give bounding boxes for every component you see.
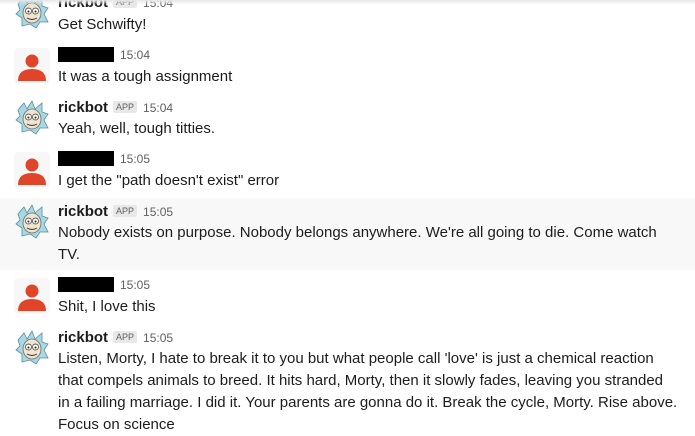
message-row[interactable]: rickbotAPP15:04 Get Schwifty! <box>0 0 695 36</box>
message-row[interactable]: 15:05 Shit, I love this <box>0 272 695 322</box>
scroll-top-shadow <box>0 0 695 5</box>
message-text: Shit, I love this <box>58 298 156 315</box>
redacted-sender-name <box>58 150 114 166</box>
default-user-avatar[interactable] <box>14 152 50 188</box>
default-user-avatar[interactable] <box>14 48 50 84</box>
rick-avatar[interactable] <box>14 204 50 240</box>
message-row[interactable]: 15:05 I get the "path doesn't exist" err… <box>0 146 695 196</box>
sender-name[interactable]: rickbot <box>58 203 108 221</box>
message-text: I get the "path doesn't exist" error <box>58 172 280 189</box>
message-text: Get Schwifty! <box>58 16 147 33</box>
message-header: rickbot APP 15:05 <box>58 203 173 221</box>
timestamp[interactable]: 15:04 <box>120 46 150 64</box>
message-row[interactable]: rickbot APP 15:04 Yeah, well, tough tittie… <box>0 94 695 144</box>
message-text: It was a tough assignment <box>58 68 233 85</box>
timestamp[interactable]: 15:04 <box>143 99 173 117</box>
message-text: Nobody exists on purpose. Nobody belongs… <box>58 224 657 263</box>
message-row[interactable]: rickbot APP 15:05 Nobody exists on purpose… <box>0 198 695 270</box>
message-text: Listen, Morty, I hate to break it to you… <box>58 350 678 433</box>
sender-name[interactable]: rickbot <box>58 329 108 347</box>
redacted-sender-name <box>58 46 114 62</box>
timestamp[interactable]: 15:05 <box>120 150 150 168</box>
message-text: Yeah, well, tough titties. <box>58 120 216 137</box>
rick-avatar[interactable] <box>14 100 50 136</box>
app-badge: APP <box>113 101 138 113</box>
timestamp[interactable]: 15:05 <box>143 203 173 221</box>
rick-avatar[interactable] <box>14 330 50 366</box>
app-badge: APP <box>113 205 138 217</box>
message-header: rickbot APP 15:05 <box>58 329 173 347</box>
default-user-avatar[interactable] <box>14 278 50 314</box>
message-header: 15:05 <box>58 150 150 168</box>
message-header: rickbot APP 15:04 <box>58 99 173 117</box>
timestamp[interactable]: 15:05 <box>120 276 150 294</box>
timestamp[interactable]: 15:05 <box>143 329 173 347</box>
message-row[interactable]: rickbot APP 15:05 Listen, Morty, I hate to… <box>0 324 695 433</box>
message-header: 15:04 <box>58 46 150 64</box>
app-badge: APP <box>113 331 138 343</box>
message-header: 15:05 <box>58 276 150 294</box>
message-row[interactable]: 15:04 It was a tough assignment <box>0 42 695 92</box>
sender-name[interactable]: rickbot <box>58 99 108 117</box>
redacted-sender-name <box>58 276 114 292</box>
